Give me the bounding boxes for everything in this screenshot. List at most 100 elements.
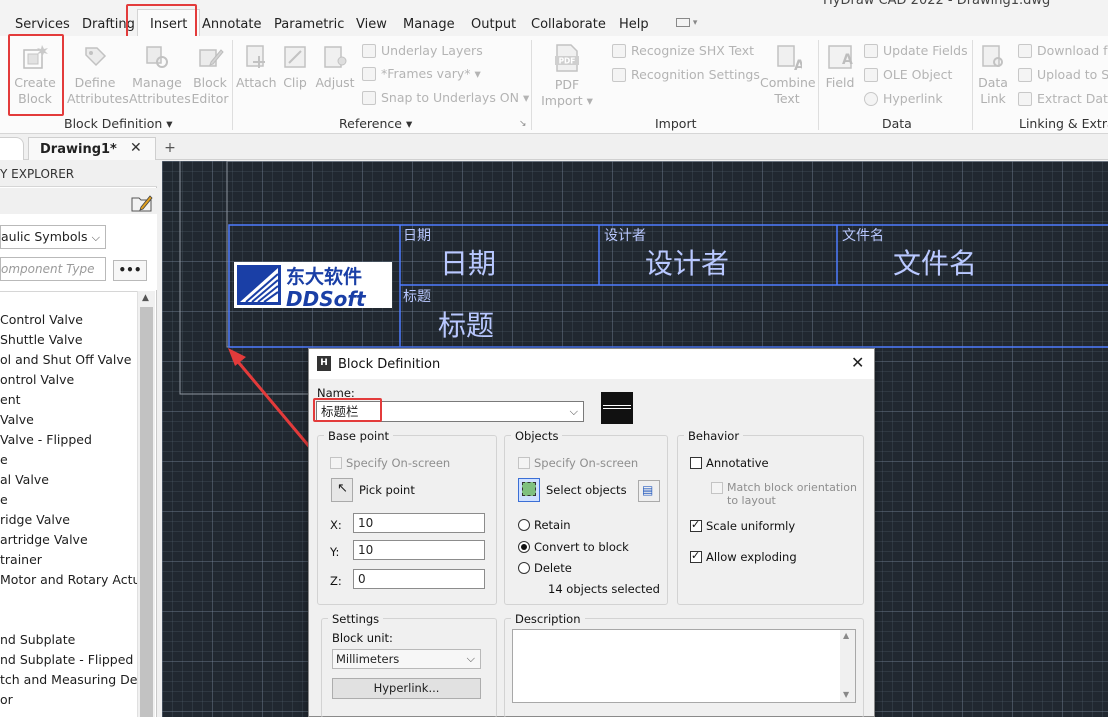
underlay-layers-button[interactable]: Underlay Layers xyxy=(362,42,483,60)
tab-manage[interactable]: Manage xyxy=(403,17,455,32)
list-item[interactable]: tch and Measuring Dev xyxy=(0,672,137,687)
reference-label-text: Reference xyxy=(339,116,402,131)
description-textarea[interactable]: ▲ ▼ xyxy=(512,629,856,703)
scroll-down-icon[interactable]: ▼ xyxy=(843,690,849,699)
annotative-label: Annotative xyxy=(706,456,769,470)
list-item[interactable]: or xyxy=(0,692,13,707)
delete-radio[interactable] xyxy=(518,562,530,574)
base-specify-checkbox[interactable] xyxy=(330,457,342,469)
scroll-up-icon[interactable]: ▲ xyxy=(142,293,149,303)
tab-output[interactable]: Output xyxy=(471,17,516,32)
block-definition-panel-label[interactable]: Block Definition ▾ xyxy=(64,116,173,131)
list-item[interactable]: ent xyxy=(0,392,21,407)
close-icon[interactable]: ✕ xyxy=(130,140,142,156)
snap-to-underlays-dropdown[interactable]: Snap to Underlays ON ▾ xyxy=(362,89,529,107)
tab-parametric[interactable]: Parametric xyxy=(274,17,344,32)
new-tab-button[interactable]: + xyxy=(160,139,180,158)
recognize-shx-button[interactable]: Recognize SHX Text xyxy=(612,42,754,60)
attach-button[interactable]: Attach xyxy=(236,42,277,91)
explorer-header: Y EXPLORER xyxy=(0,161,157,187)
block-editor-button[interactable]: Block Editor xyxy=(190,42,230,107)
adjust-button[interactable]: Adjust xyxy=(314,42,356,91)
tab-help[interactable]: Help xyxy=(619,17,649,32)
scrollbar-thumb[interactable] xyxy=(140,307,153,717)
tab-services[interactable]: Services xyxy=(15,17,70,32)
list-item[interactable]: ontrol Valve xyxy=(0,372,74,387)
edit-folder-icon[interactable] xyxy=(131,192,153,212)
allow-exploding-checkbox[interactable] xyxy=(690,549,702,563)
convert-to-block-radio[interactable] xyxy=(518,541,530,553)
list-item[interactable]: ol and Shut Off Valve xyxy=(0,352,131,367)
tab-annotate[interactable]: Annotate xyxy=(202,17,261,32)
quick-select-button[interactable]: ▤ xyxy=(638,480,660,502)
annotative-checkbox[interactable] xyxy=(690,457,702,469)
list-item[interactable]: Shuttle Valve xyxy=(0,332,83,347)
list-item[interactable]: Valve xyxy=(0,412,34,427)
panel-separator xyxy=(232,40,233,130)
symbol-list-scrollbar[interactable]: ▲ xyxy=(137,291,155,717)
list-item[interactable]: ridge Valve xyxy=(0,512,70,527)
list-item[interactable]: Control Valve xyxy=(0,312,83,327)
ole-object-button[interactable]: OLE Object xyxy=(864,66,952,84)
scale-uniformly-checkbox[interactable] xyxy=(690,518,702,532)
reference-panel-label[interactable]: Reference ▾ xyxy=(339,116,412,131)
list-item[interactable]: Valve - Flipped xyxy=(0,432,92,447)
combine-text-button[interactable]: A Combine Text xyxy=(760,42,816,107)
match-orientation-checkbox[interactable] xyxy=(711,482,723,494)
more-options-button[interactable]: ••• xyxy=(113,260,147,281)
field-button[interactable]: A Field xyxy=(822,42,858,91)
pdf-import-button[interactable]: PDF PDF Import ▾ xyxy=(541,42,593,109)
pick-point-button[interactable]: ↖ xyxy=(331,478,353,502)
category-select[interactable]: aulic Symbols ⌵ xyxy=(0,225,106,249)
category-select-value: aulic Symbols xyxy=(1,229,88,244)
tab-collaborate[interactable]: Collaborate xyxy=(531,17,606,32)
list-item[interactable]: e xyxy=(0,452,8,467)
chevron-down-icon: ▾ xyxy=(474,66,481,81)
data-link-button[interactable]: Data Link xyxy=(976,42,1010,107)
close-icon[interactable]: ✕ xyxy=(851,353,864,372)
objects-specify-checkbox[interactable] xyxy=(518,457,530,469)
reference-launcher-icon[interactable]: ↘ xyxy=(519,119,527,129)
start-tab[interactable] xyxy=(0,137,24,160)
hyperlink-button[interactable]: Hyperlink... xyxy=(332,678,481,699)
manage-attributes-button[interactable]: Manage Attributes xyxy=(129,42,191,107)
select-objects-button[interactable] xyxy=(518,478,540,502)
block-editor-icon xyxy=(199,49,224,67)
download-button[interactable]: Download f xyxy=(1018,42,1108,60)
description-scrollbar[interactable]: ▲ ▼ xyxy=(840,630,855,702)
hyperlink-ribbon-button[interactable]: Hyperlink xyxy=(864,90,943,108)
define-attributes-button[interactable]: Define Attributes xyxy=(67,42,129,107)
list-item[interactable]: nd Subplate - Flipped xyxy=(0,652,133,667)
tab-view[interactable]: View xyxy=(356,17,387,32)
block-unit-value: Millimeters xyxy=(336,652,400,666)
panel-dropdown-icon: ▾ xyxy=(166,116,173,131)
ribbon-minimize-icon[interactable]: ▾ xyxy=(676,18,702,30)
y-input[interactable]: 10 xyxy=(353,540,485,560)
list-item[interactable]: e xyxy=(0,492,8,507)
list-item[interactable]: artridge Valve xyxy=(0,532,88,547)
retain-radio[interactable] xyxy=(518,519,530,531)
upload-button[interactable]: Upload to S xyxy=(1018,66,1108,84)
combine-text-label-2: Text xyxy=(774,91,800,106)
scroll-up-icon[interactable]: ▲ xyxy=(843,631,849,640)
list-item[interactable]: al Valve xyxy=(0,472,49,487)
extract-data-button[interactable]: Extract Dat xyxy=(1018,90,1108,108)
filename-label: 文件名 xyxy=(842,228,884,244)
tab-drawing1[interactable]: Drawing1* ✕ xyxy=(28,137,156,160)
component-type-search[interactable]: omponent Type xyxy=(0,257,106,281)
frames-vary-label: *Frames vary* xyxy=(381,66,471,81)
recognition-settings-button[interactable]: Recognition Settings xyxy=(612,66,760,84)
library-explorer-panel: Y EXPLORER aulic Symbols ⌵ omponent Type… xyxy=(0,161,157,717)
x-input[interactable]: 10 xyxy=(353,513,485,533)
list-item[interactable]: trainer xyxy=(0,552,42,567)
frames-vary-dropdown[interactable]: *Frames vary* ▾ xyxy=(362,65,481,83)
update-fields-button[interactable]: Update Fields xyxy=(864,42,968,60)
block-unit-select[interactable]: Millimeters ⌵ xyxy=(332,649,481,669)
list-item[interactable]: nd Subplate xyxy=(0,632,75,647)
list-item[interactable]: Motor and Rotary Actua xyxy=(0,572,137,587)
upload-icon xyxy=(1018,68,1032,82)
dialog-titlebar[interactable]: H Block Definition ✕ xyxy=(309,349,874,379)
retain-label: Retain xyxy=(534,518,571,532)
z-input[interactable]: 0 xyxy=(353,569,485,589)
clip-button[interactable]: Clip xyxy=(280,42,310,91)
